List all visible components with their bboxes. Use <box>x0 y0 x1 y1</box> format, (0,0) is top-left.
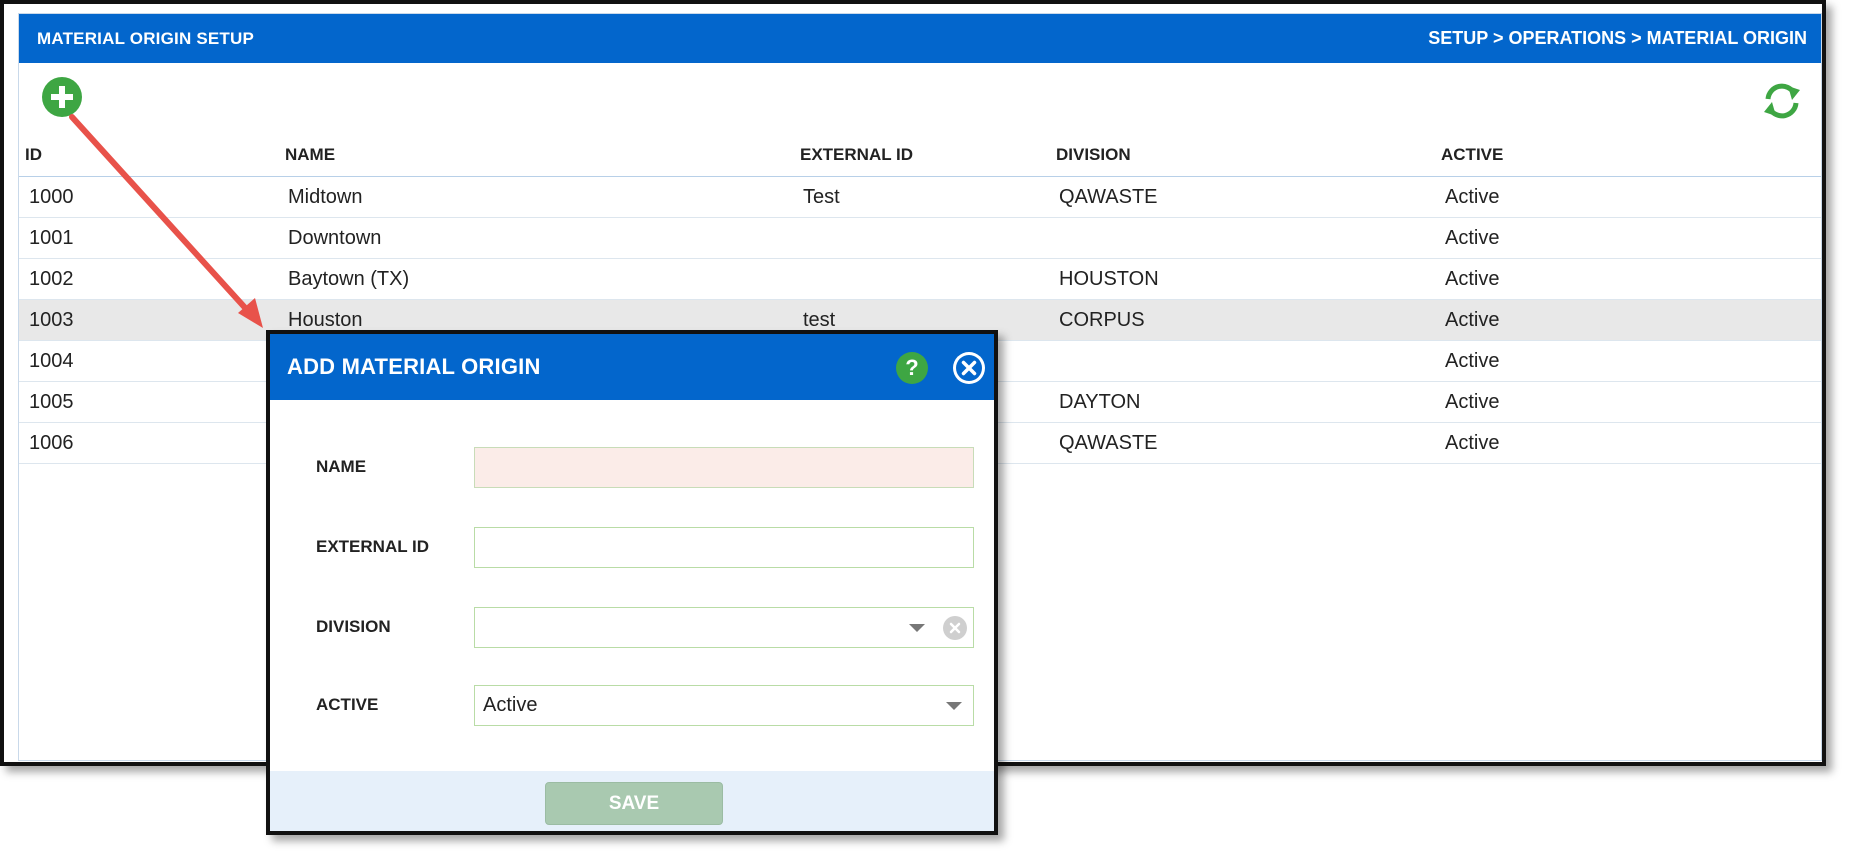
division-label: DIVISION <box>316 617 391 636</box>
name-input[interactable] <box>475 448 973 487</box>
name-field[interactable] <box>474 447 974 488</box>
cell-division: QAWASTE <box>1059 186 1158 208</box>
table-header: ID NAME EXTERNAL ID DIVISION ACTIVE <box>19 134 1821 177</box>
cell-active: Active <box>1445 186 1500 208</box>
cell-id: 1002 <box>29 268 74 290</box>
save-button[interactable]: SAVE <box>545 782 723 825</box>
close-icon <box>956 355 982 381</box>
cell-name: Downtown <box>288 227 382 249</box>
add-button[interactable] <box>42 77 82 117</box>
refresh-button[interactable] <box>1761 80 1803 122</box>
table-row[interactable]: 1001 Downtown Active <box>19 218 1821 259</box>
column-header-external-id[interactable]: EXTERNAL ID <box>800 134 913 176</box>
cell-active: Active <box>1445 227 1500 249</box>
dialog-header: ADD MATERIAL ORIGIN ? <box>270 334 994 400</box>
cell-id: 1001 <box>29 227 74 249</box>
cell-division: CORPUS <box>1059 309 1145 331</box>
active-select[interactable]: Active <box>474 685 974 726</box>
cell-name: Midtown <box>288 186 363 208</box>
column-header-division[interactable]: DIVISION <box>1056 134 1131 176</box>
page-header: MATERIAL ORIGIN SETUP SETUP > OPERATIONS… <box>19 14 1821 63</box>
table-row[interactable]: 1000 Midtown Test QAWASTE Active <box>19 177 1821 218</box>
chevron-down-icon[interactable] <box>909 624 925 632</box>
clear-icon[interactable] <box>943 616 967 640</box>
cell-division: HOUSTON <box>1059 268 1159 290</box>
division-select[interactable] <box>474 607 974 648</box>
cell-id: 1004 <box>29 350 74 372</box>
cell-division: QAWASTE <box>1059 432 1158 454</box>
active-selected-value: Active <box>483 694 538 716</box>
cell-id: 1000 <box>29 186 74 208</box>
cell-active: Active <box>1445 432 1500 454</box>
cell-active: Active <box>1445 309 1500 331</box>
add-material-origin-dialog: ADD MATERIAL ORIGIN ? NAME EXTERNAL ID D… <box>266 330 998 835</box>
chevron-down-icon[interactable] <box>946 702 962 710</box>
external-id-field[interactable] <box>474 527 974 568</box>
help-button[interactable]: ? <box>896 352 928 384</box>
active-label: ACTIVE <box>316 695 379 714</box>
cell-id: 1005 <box>29 391 74 413</box>
external-id-input[interactable] <box>475 528 973 567</box>
refresh-icon <box>1764 83 1800 119</box>
dialog-footer: SAVE <box>270 771 994 831</box>
plus-circle-icon <box>51 86 73 108</box>
cell-active: Active <box>1445 391 1500 413</box>
cell-name: Baytown (TX) <box>288 268 410 290</box>
page-title: MATERIAL ORIGIN SETUP <box>37 28 255 48</box>
cell-active: Active <box>1445 350 1500 372</box>
cell-external-id: Test <box>803 186 840 208</box>
cell-active: Active <box>1445 268 1500 290</box>
column-header-active[interactable]: ACTIVE <box>1441 134 1503 176</box>
table-row[interactable]: 1002 Baytown (TX) HOUSTON Active <box>19 259 1821 300</box>
dialog-title: ADD MATERIAL ORIGIN <box>287 354 541 379</box>
column-header-name[interactable]: NAME <box>285 134 335 176</box>
cell-id: 1003 <box>29 309 74 331</box>
name-label: NAME <box>316 457 367 476</box>
help-icon: ? <box>905 355 919 380</box>
cell-division: DAYTON <box>1059 391 1141 413</box>
cell-id: 1006 <box>29 432 74 454</box>
column-header-id[interactable]: ID <box>25 134 42 176</box>
close-button[interactable] <box>953 352 985 384</box>
breadcrumb[interactable]: SETUP > OPERATIONS > MATERIAL ORIGIN <box>1428 28 1807 49</box>
external-id-label: EXTERNAL ID <box>316 537 430 556</box>
